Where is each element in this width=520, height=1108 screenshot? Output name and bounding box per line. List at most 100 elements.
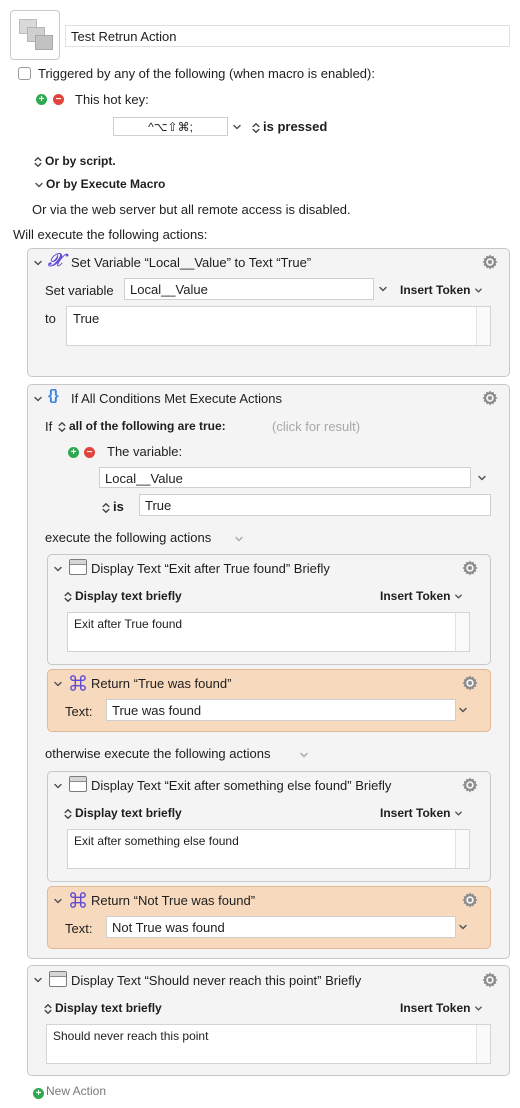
operator-popup[interactable]: is xyxy=(102,499,124,514)
gear-icon[interactable] xyxy=(481,971,499,989)
else-return-action[interactable]: Return “Not True was found” Text: Not Tr… xyxy=(47,886,491,949)
else-return-title: Return “Not True was found” xyxy=(91,893,256,908)
return-text-label: Text: xyxy=(65,921,93,936)
scrollbar[interactable] xyxy=(476,1025,490,1063)
set-variable-label: Set variable xyxy=(45,283,114,298)
gear-icon[interactable] xyxy=(481,253,499,271)
collapse-chevron-icon[interactable] xyxy=(33,394,43,404)
gear-icon[interactable] xyxy=(461,559,479,577)
if-conditions-action[interactable]: {} If All Conditions Met Execute Actions… xyxy=(27,384,510,959)
updown-icon xyxy=(58,421,66,433)
collapse-chevron-icon[interactable] xyxy=(33,975,43,985)
to-label: to xyxy=(45,311,56,326)
remove-trigger-icon[interactable]: − xyxy=(53,94,64,105)
display-mode-label: Display text briefly xyxy=(75,806,182,820)
insert-token-label: Insert Token xyxy=(400,1001,471,1015)
or-by-script-label: Or by script. xyxy=(45,154,116,168)
return-text-field[interactable]: True was found xyxy=(106,699,456,721)
else-display-text-action[interactable]: Display Text “Exit after something else … xyxy=(47,771,491,882)
display-mode-popup[interactable]: Display text briefly xyxy=(44,1001,162,1015)
then-return-action[interactable]: Return “True was found” Text: True was f… xyxy=(47,669,491,732)
else-label: otherwise execute the following actions xyxy=(45,746,271,761)
final-display-text-action[interactable]: Display Text “Should never reach this po… xyxy=(27,965,510,1076)
condition-mode-label: all of the following are true: xyxy=(69,419,226,433)
return-text-field[interactable]: Not True was found xyxy=(106,916,456,938)
remove-condition-icon[interactable]: − xyxy=(84,447,95,458)
updown-icon xyxy=(34,156,42,168)
insert-token-button[interactable]: Insert Token xyxy=(380,589,463,603)
gear-icon[interactable] xyxy=(461,776,479,794)
return-text-label: Text: xyxy=(65,704,93,719)
variable-name-field[interactable]: Local__Value xyxy=(124,278,374,300)
then-display-text-action[interactable]: Display Text “Exit after True found” Bri… xyxy=(47,554,491,665)
collapse-chevron-icon[interactable] xyxy=(53,896,63,906)
insert-token-button[interactable]: Insert Token xyxy=(400,1001,483,1015)
hotkey-label: This hot key: xyxy=(75,92,149,107)
return-text-chevron-icon[interactable] xyxy=(458,922,468,932)
return-text-chevron-icon[interactable] xyxy=(458,705,468,715)
set-variable-title: Set Variable “Local__Value” to Text “Tru… xyxy=(71,255,312,270)
operator-label: is xyxy=(113,499,124,514)
to-value-textarea[interactable]: True xyxy=(66,306,491,346)
updown-icon xyxy=(64,808,72,820)
command-icon xyxy=(69,674,87,692)
click-for-result-link[interactable]: (click for result) xyxy=(272,419,360,434)
scrollbar[interactable] xyxy=(476,307,490,345)
display-text-textarea[interactable]: Should never reach this point xyxy=(46,1024,491,1064)
chevron-down-icon xyxy=(34,180,44,190)
command-icon xyxy=(69,891,87,909)
insert-token-label: Insert Token xyxy=(380,806,451,820)
display-text-textarea[interactable]: Exit after something else found xyxy=(67,829,470,869)
macro-icon[interactable] xyxy=(10,10,60,60)
condition-mode-popup[interactable]: all of the following are true: xyxy=(58,419,226,433)
chevron-down-icon xyxy=(454,809,463,818)
condition-variable-field[interactable]: Local__Value xyxy=(99,467,471,488)
hotkey-chevron-icon[interactable] xyxy=(232,122,242,132)
gear-icon[interactable] xyxy=(461,891,479,909)
web-server-note: Or via the web server but all remote acc… xyxy=(32,202,351,217)
new-action-button[interactable]: + New Action xyxy=(33,1084,106,1099)
macro-name-field[interactable]: Test Retrun Action xyxy=(65,25,510,47)
insert-token-button[interactable]: Insert Token xyxy=(400,283,483,297)
gear-icon[interactable] xyxy=(481,389,499,407)
final-display-title: Display Text “Should never reach this po… xyxy=(71,973,362,988)
updown-icon xyxy=(102,502,110,514)
new-action-label: New Action xyxy=(46,1084,107,1098)
display-text-value: Exit after True found xyxy=(74,617,183,631)
updown-icon xyxy=(44,1003,52,1015)
collapse-chevron-icon[interactable] xyxy=(53,564,63,574)
scrollbar[interactable] xyxy=(455,830,469,868)
else-chevron-icon[interactable] xyxy=(299,750,309,760)
variable-chevron-icon[interactable] xyxy=(378,284,388,294)
condition-value-field[interactable]: True xyxy=(139,494,491,516)
add-trigger-icon[interactable]: + xyxy=(36,94,47,105)
if-conditions-title: If All Conditions Met Execute Actions xyxy=(71,391,282,406)
or-by-script-popup[interactable]: Or by script. xyxy=(34,154,116,168)
display-mode-popup[interactable]: Display text briefly xyxy=(64,589,182,603)
or-by-execute-macro-toggle[interactable]: Or by Execute Macro xyxy=(34,177,165,191)
add-condition-icon[interactable]: + xyxy=(68,447,79,458)
window-icon xyxy=(49,971,67,987)
then-chevron-icon[interactable] xyxy=(234,534,244,544)
insert-token-button[interactable]: Insert Token xyxy=(380,806,463,820)
collapse-chevron-icon[interactable] xyxy=(53,781,63,791)
display-text-textarea[interactable]: Exit after True found xyxy=(67,612,470,652)
gear-icon[interactable] xyxy=(461,674,479,692)
updown-icon xyxy=(64,591,72,603)
condition-variable-chevron-icon[interactable] xyxy=(477,473,487,483)
if-label: If xyxy=(45,419,53,434)
display-mode-label: Display text briefly xyxy=(75,589,182,603)
display-mode-popup[interactable]: Display text briefly xyxy=(64,806,182,820)
insert-token-label: Insert Token xyxy=(380,589,451,603)
hotkey-state-popup[interactable]: is pressed xyxy=(252,119,327,134)
insert-token-label: Insert Token xyxy=(400,283,471,297)
scrollbar[interactable] xyxy=(455,613,469,651)
collapse-chevron-icon[interactable] xyxy=(53,679,63,689)
chevron-down-icon xyxy=(454,592,463,601)
else-display-title: Display Text “Exit after something else … xyxy=(91,778,392,793)
window-icon xyxy=(69,559,87,575)
trigger-checkbox[interactable] xyxy=(18,67,31,80)
collapse-chevron-icon[interactable] xyxy=(33,258,43,268)
set-variable-action[interactable]: 𝒳 Set Variable “Local__Value” to Text “T… xyxy=(27,248,510,377)
hotkey-field[interactable]: ^⌥⇧⌘; xyxy=(113,117,228,136)
